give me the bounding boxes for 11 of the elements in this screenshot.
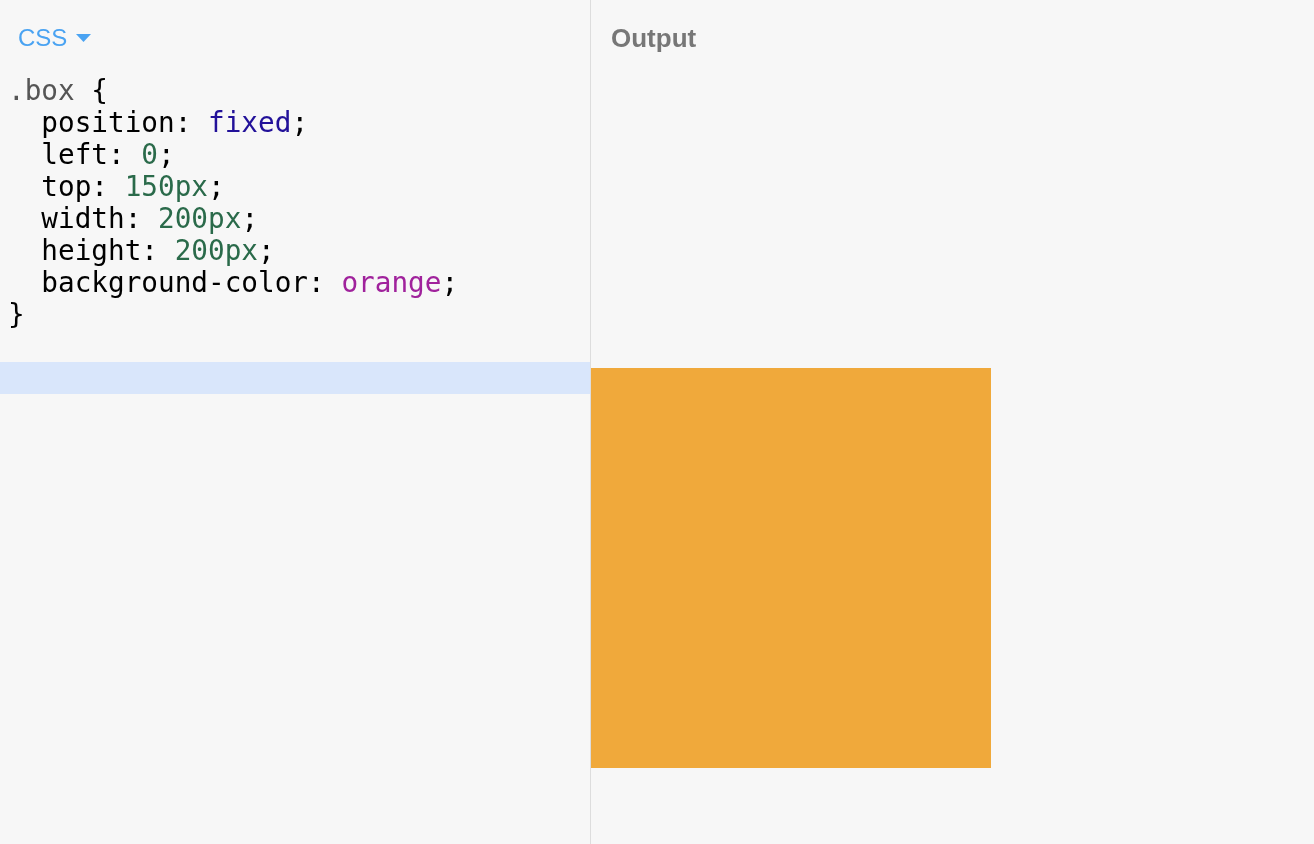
language-dropdown[interactable]: CSS xyxy=(16,22,94,54)
code-line: left: 0; xyxy=(41,139,175,171)
code-line: width: 200px; xyxy=(41,203,259,235)
code-line: } xyxy=(8,299,25,331)
output-title: Output xyxy=(611,22,697,54)
code-line: background-color: orange; xyxy=(41,267,459,299)
caret-icon xyxy=(76,34,92,42)
code-line: height: 200px; xyxy=(41,235,275,267)
code-line: top: 150px; xyxy=(41,171,225,203)
code-line: position: fixed; xyxy=(41,107,309,139)
code-line: .box { xyxy=(8,75,109,107)
